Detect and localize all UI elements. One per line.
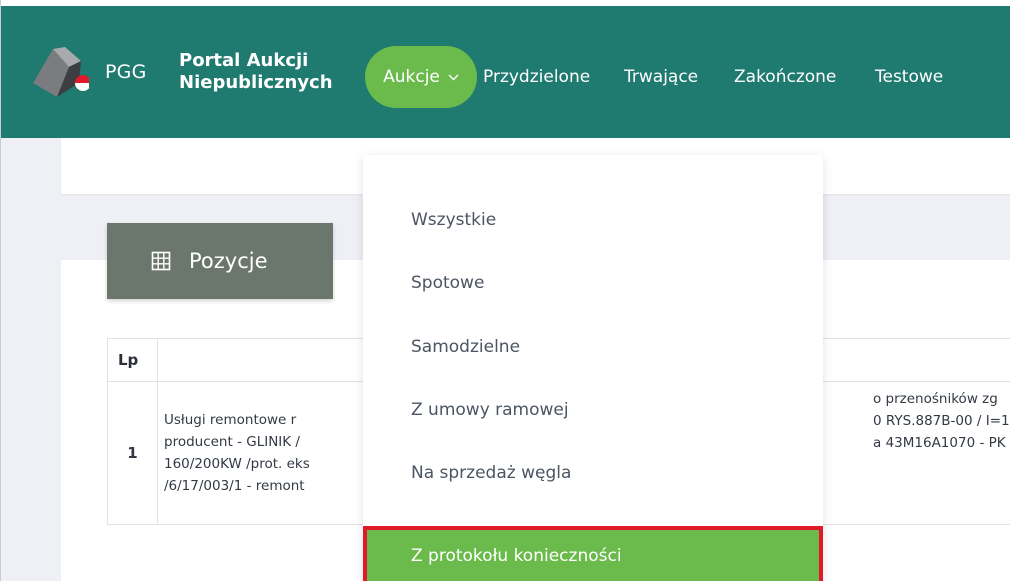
portal-title-line1: Portal Aukcji [179,50,309,71]
portal-title: Portal Aukcji Niepublicznych [179,50,333,94]
nav-aukcje-dropdown[interactable]: Aukcje [365,46,477,108]
menu-item-z-protokolu-koniecznosci[interactable]: Z protokołu konieczności [363,526,823,581]
aukcje-dropdown-menu: Wszystkie Spotowe Samodzielne Z umowy ra… [363,155,823,581]
app-window: PGG Portal Aukcji Niepublicznych Aukcje … [0,0,1010,581]
menu-item-z-umowy-ramowej[interactable]: Z umowy ramowej [411,400,569,420]
menu-item-wszystkie[interactable]: Wszystkie [411,210,496,230]
menu-item-samodzielne[interactable]: Samodzielne [411,337,520,357]
row-lp: 1 [107,381,158,525]
desc-line: 0 RYS.887B-00 / I=1! [873,413,1010,429]
menu-item-highlighted-label: Z protokołu konieczności [411,546,622,566]
chevron-down-icon [448,74,459,80]
column-header-lp: Lp [107,338,158,382]
portal-title-line2: Niepublicznych [179,72,333,93]
desc-line: a 43M16A1070 - PK [873,435,1006,451]
positions-tab-label: Pozycje [189,249,268,273]
nav-link-trwajace[interactable]: Trwające [624,67,698,87]
nav-link-zakonczone[interactable]: Zakończone [734,67,836,87]
positions-tab[interactable]: Pozycje [107,223,333,299]
top-navbar: PGG Portal Aukcji Niepublicznych Aukcje … [1,0,1010,138]
dropdown-pointer [405,143,429,155]
desc-right-fragment: o przenośników zg 0 RYS.887B-00 / I=1! a… [873,388,1010,454]
nav-link-testowe[interactable]: Testowe [875,67,943,87]
menu-item-na-sprzedaz-wegla[interactable]: Na sprzedaż węgla [411,463,571,483]
brand-name: PGG [105,61,147,83]
nav-aukcje-label: Aukcje [383,67,440,87]
pgg-logo-icon [33,47,89,97]
grid-table-icon [151,251,171,271]
menu-item-spotowe[interactable]: Spotowe [411,273,484,293]
desc-line: o przenośników zg [873,391,998,407]
nav-link-przydzielone[interactable]: Przydzielone [483,67,590,87]
